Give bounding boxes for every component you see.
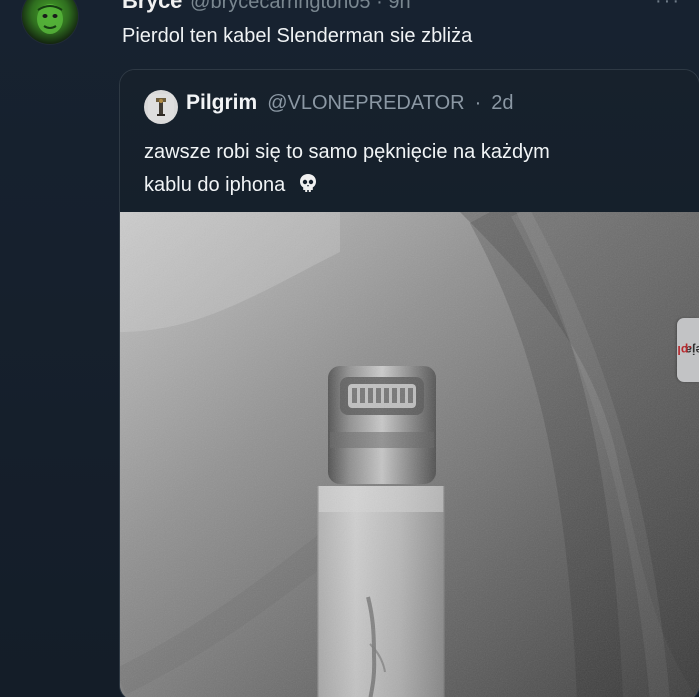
watermark-badge: jeja.pl (677, 318, 699, 382)
avatar[interactable] (22, 0, 78, 44)
tweet-screen: Bryce @brycecarrington05 · 9h ··· Pierdo… (0, 0, 699, 697)
tweet-header: Bryce @brycecarrington05 · 9h (122, 0, 411, 14)
quoted-timestamp[interactable]: 2d (491, 92, 513, 115)
quoted-text-line-content: kablu do iphona (144, 174, 286, 196)
quoted-tweet-content: Pilgrim @VLONEPREDATOR · 2d zawsze robi … (120, 70, 699, 215)
quoted-tweet-text: zawsze robi się to samo pęknięcie na każ… (144, 136, 664, 202)
green-face-avatar-icon (22, 0, 78, 44)
quoted-display-name[interactable]: Pilgrim (186, 91, 257, 115)
media-image[interactable] (120, 212, 699, 697)
quoted-tweet-card[interactable]: Pilgrim @VLONEPREDATOR · 2d zawsze robi … (119, 69, 699, 697)
skull-icon (297, 172, 319, 194)
handle-meta: @brycecarrington05 · 9h (190, 0, 411, 13)
watermark-accent: .pl (676, 343, 692, 357)
quoted-tweet-header: Pilgrim @VLONEPREDATOR · 2d (186, 91, 514, 115)
display-name[interactable]: Bryce (122, 0, 182, 14)
pilgrim-avatar-icon (148, 94, 174, 120)
avatar[interactable] (144, 90, 178, 124)
tweet-text: Pierdol ten kabel Slenderman sie zbliża (122, 25, 473, 47)
quoted-handle[interactable]: @VLONEPREDATOR (267, 92, 464, 115)
quoted-text-line: kablu do iphona (144, 169, 664, 202)
lightning-cable-image-icon (120, 212, 699, 697)
separator-dot: · (474, 92, 482, 114)
more-menu-icon[interactable]: ··· (655, 0, 681, 13)
quoted-text-line: zawsze robi się to samo pęknięcie na każ… (144, 141, 550, 163)
